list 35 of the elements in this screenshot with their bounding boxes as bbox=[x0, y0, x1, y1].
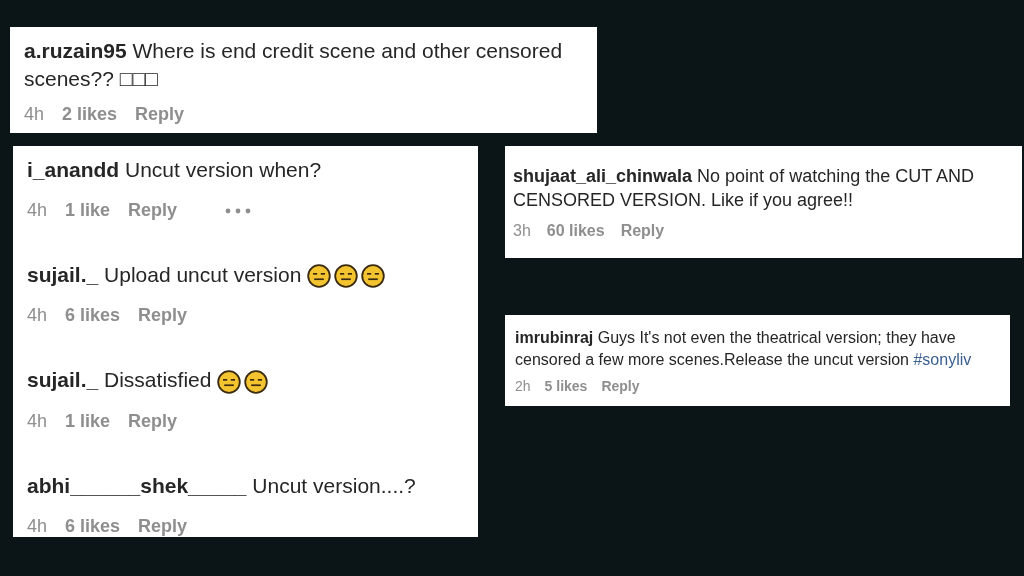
comment-time: 2h bbox=[515, 378, 531, 395]
like-count[interactable]: 6 likes bbox=[65, 516, 121, 538]
reply-button[interactable]: Reply bbox=[128, 410, 178, 432]
comment-text: sujail._ Upload uncut version bbox=[27, 261, 464, 290]
reply-button[interactable]: Reply bbox=[601, 378, 640, 395]
comment-time: 4h bbox=[24, 103, 45, 125]
comment-time: 4h bbox=[27, 200, 48, 222]
comment-text: i_anandd Uncut version when? bbox=[27, 156, 323, 183]
expressionless-face-icon bbox=[217, 369, 242, 394]
comment-time: 3h bbox=[513, 222, 531, 241]
comment-text: a.ruzain95 Where is end credit scene and other censored scenes?? □□□ bbox=[24, 38, 564, 93]
expressionless-face-icon bbox=[307, 264, 332, 289]
comment-text: imrubinraj Guys It's not even the theatrical version; they have censored a few more scenes.Release the uncut version #sonyliv bbox=[515, 328, 973, 370]
more-options-icon[interactable] bbox=[225, 207, 252, 214]
like-count[interactable]: 5 likes bbox=[544, 378, 588, 395]
expressionless-face-icon bbox=[361, 264, 386, 289]
hashtag-link[interactable]: #sonyliv bbox=[913, 350, 972, 368]
reply-button[interactable]: Reply bbox=[138, 516, 188, 538]
like-count[interactable]: 60 likes bbox=[546, 222, 605, 241]
comment-text: sujail._ Dissatisfied bbox=[27, 366, 464, 395]
like-count[interactable]: 1 like bbox=[65, 410, 111, 432]
expressionless-face-icon bbox=[334, 264, 359, 289]
comment-text: shujaat_ali_chinwala No point of watching the CUT AND CENSORED VERSION. Like if you agree!! bbox=[513, 164, 975, 212]
like-count[interactable]: 1 like bbox=[65, 200, 111, 222]
like-count[interactable]: 2 likes bbox=[62, 103, 118, 125]
reply-button[interactable]: Reply bbox=[138, 305, 188, 327]
comment-time: 4h bbox=[27, 305, 48, 327]
expressionless-face-icon bbox=[244, 369, 269, 394]
reply-button[interactable]: Reply bbox=[135, 103, 185, 125]
comment-text: abhi______shek_____ Uncut version....? bbox=[27, 472, 417, 499]
comment-time: 4h bbox=[27, 410, 48, 432]
comment-time: 4h bbox=[27, 516, 48, 538]
reply-button[interactable]: Reply bbox=[620, 222, 665, 241]
reply-button[interactable]: Reply bbox=[128, 200, 178, 222]
like-count[interactable]: 6 likes bbox=[65, 305, 121, 327]
